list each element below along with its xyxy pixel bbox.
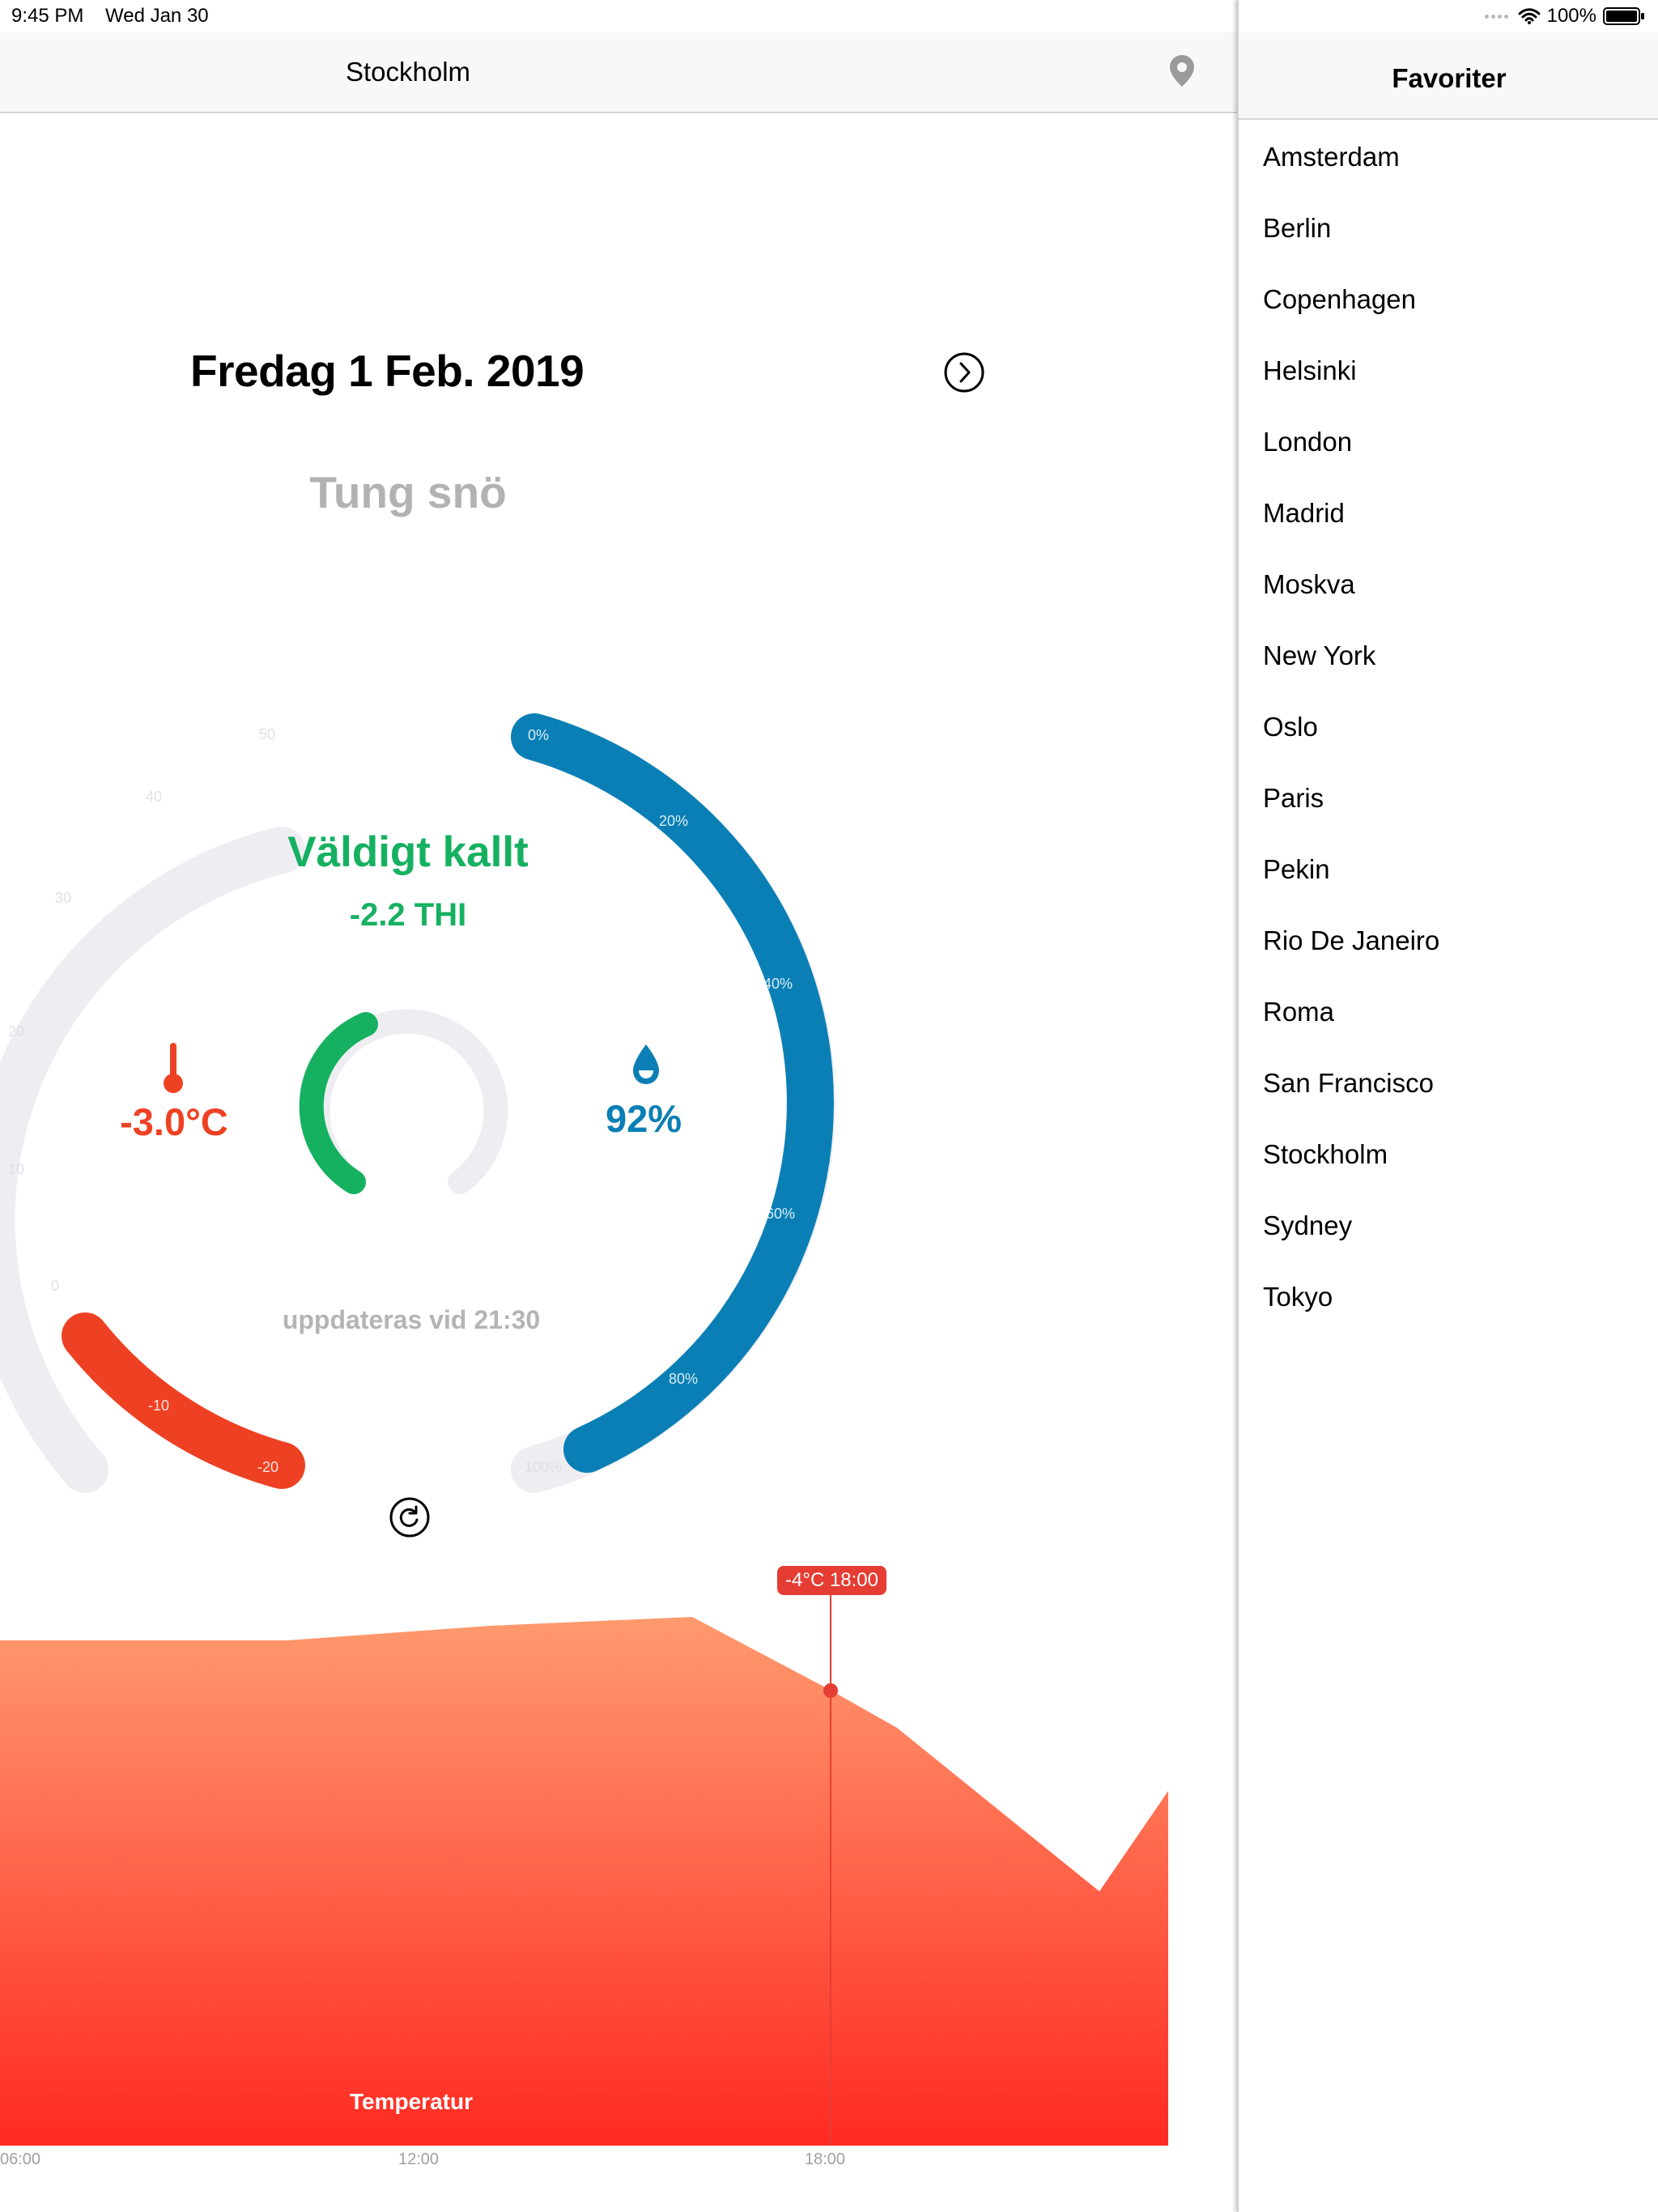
city-item[interactable]: Oslo: [1239, 691, 1658, 763]
city-item[interactable]: Madrid: [1239, 478, 1658, 549]
temperature-value: -3.0°C: [120, 1100, 228, 1143]
city-item[interactable]: Pekin: [1239, 834, 1658, 905]
thermometer-icon: [160, 1041, 186, 1095]
status-indicators: 100%: [1484, 5, 1645, 28]
update-time-text: uppdateras vid 21:30: [282, 1305, 541, 1334]
main-pane: Stockholm Fredag 1 Feb. 2019 Tung snö -2…: [0, 0, 1237, 2212]
humidity-tick-label: 80%: [669, 1371, 698, 1387]
city-item[interactable]: London: [1239, 406, 1658, 478]
temperature-tick-label: 40: [146, 789, 162, 805]
chart-tooltip: -4°C 18:00: [777, 1566, 886, 1595]
favorites-title: Favoriter: [1392, 63, 1507, 93]
humidity-tick-label: 40%: [763, 976, 793, 992]
wifi-icon: [1518, 8, 1541, 24]
forecast-date: Fredag 1 Feb. 2019: [190, 346, 585, 396]
thi-value: -2.2 THI: [349, 897, 467, 933]
temperature-tick-label: 50: [259, 726, 275, 742]
chevron-right-circle-icon: [944, 352, 984, 393]
city-item[interactable]: Moskva: [1239, 549, 1658, 620]
battery-icon: [1603, 7, 1644, 25]
chart-x-tick-label: 18:00: [805, 2150, 846, 2168]
chart-x-tick-label: 12:00: [398, 2150, 440, 2168]
humidity-value: 92%: [605, 1097, 682, 1140]
favorites-sidebar: Favoriter Amsterdam Berlin Copenhagen He…: [1237, 0, 1658, 2212]
status-date: Wed Jan 30: [105, 5, 209, 27]
temperature-tick-label: 10: [8, 1161, 24, 1177]
app-root: Stockholm Fredag 1 Feb. 2019 Tung snö -2…: [0, 0, 1658, 2212]
temperature-area: [0, 1617, 1168, 2146]
city-item[interactable]: Berlin: [1239, 193, 1658, 264]
temperature-tick-label: 0: [51, 1278, 59, 1294]
refresh-icon: [389, 1497, 430, 1538]
city-item[interactable]: San Francisco: [1239, 1048, 1658, 1119]
city-item[interactable]: Roma: [1239, 976, 1658, 1048]
city-item[interactable]: Helsinki: [1239, 335, 1658, 406]
battery-percent: 100%: [1546, 5, 1596, 27]
humidity-tick-label: 60%: [766, 1206, 795, 1222]
chart-cursor-point[interactable]: [823, 1683, 838, 1698]
humidity-tick-label: 100%: [525, 1459, 562, 1475]
temperature-tick-label: -10: [148, 1397, 169, 1414]
city-item[interactable]: Rio De Janeiro: [1239, 905, 1658, 976]
city-item[interactable]: Stockholm: [1239, 1119, 1658, 1190]
location-pin-icon[interactable]: [1166, 53, 1198, 89]
city-item[interactable]: Paris: [1239, 763, 1658, 834]
city-item[interactable]: Tokyo: [1239, 1261, 1658, 1333]
weather-condition: Tung snö: [309, 467, 507, 517]
water-drop-icon: [630, 1043, 662, 1087]
humidity-tick-label: 20%: [659, 813, 688, 829]
comfort-label: Väldigt kallt: [287, 828, 529, 876]
refresh-button[interactable]: [389, 1496, 431, 1538]
humidity-tick-label: 0%: [528, 727, 549, 743]
navigation-bar: Stockholm: [0, 32, 1237, 113]
favorites-header: Favoriter: [1239, 32, 1658, 120]
city-item[interactable]: Amsterdam: [1239, 121, 1658, 193]
chart-title: Temperatur: [350, 2089, 473, 2114]
city-item[interactable]: Copenhagen: [1239, 264, 1658, 335]
chart-x-tick-label: 06:00: [0, 2150, 41, 2168]
temperature-tick-label: -20: [257, 1459, 278, 1475]
city-list: Amsterdam Berlin Copenhagen Helsinki Lon…: [1239, 121, 1658, 1333]
temperature-tick-label: 20: [8, 1023, 24, 1040]
next-day-button[interactable]: [943, 351, 985, 393]
cellular-signal-icon: [1484, 14, 1508, 19]
city-item[interactable]: Sydney: [1239, 1190, 1658, 1261]
nav-title: Stockholm: [345, 57, 471, 87]
temperature-gauge-fill: [62, 1312, 305, 1489]
status-time: 9:45 PM: [11, 5, 84, 27]
city-item[interactable]: New York: [1239, 620, 1658, 691]
status-bar: 9:45 PM Wed Jan 30 100%: [0, 0, 1658, 32]
